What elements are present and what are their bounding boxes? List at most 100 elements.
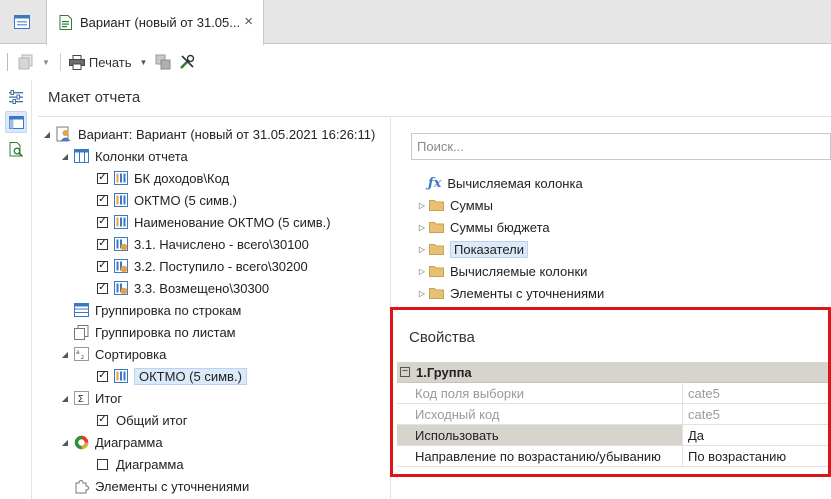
collapse-arrow-icon[interactable]: ◢ — [42, 130, 52, 139]
report-variant-icon — [56, 126, 71, 142]
tree-node-row-grouping[interactable]: Группировка по строкам — [74, 300, 241, 320]
tree-chart-item[interactable]: Диаграмма — [97, 454, 184, 474]
expand-arrow-icon[interactable]: ▷ — [417, 245, 427, 254]
property-value: cate5 — [688, 406, 720, 422]
property-value[interactable]: По возрастанию — [683, 446, 786, 466]
tree-sort-item-label: ОКТМО (5 симв.) — [134, 367, 247, 385]
checkbox-checked[interactable]: ✓ — [97, 238, 108, 250]
side-rail — [0, 80, 32, 499]
tree-node-chart-label: Диаграмма — [95, 434, 163, 450]
tree-column-item[interactable]: ✓ Наименование ОКТМО (5 симв.) — [97, 212, 331, 232]
collapse-arrow-icon[interactable]: ◢ — [60, 438, 70, 447]
collapse-arrow-icon[interactable]: ◢ — [60, 152, 70, 161]
tree-root-label: Вариант: Вариант (новый от 31.05.2021 16… — [78, 126, 376, 142]
collapse-arrow-icon[interactable]: ◢ — [60, 350, 70, 359]
tree-column-item[interactable]: ✓ ОКТМО (5 симв.) — [97, 190, 237, 210]
checkbox-checked[interactable]: ✓ — [97, 216, 108, 228]
tree-chart-item-label: Диаграмма — [116, 456, 184, 472]
close-tab-icon[interactable]: × — [244, 13, 253, 30]
folder-icon — [429, 244, 444, 255]
sheets-icon — [74, 324, 89, 340]
sum-column-icon — [114, 259, 128, 273]
column-icon — [114, 193, 128, 207]
collapse-arrow-icon[interactable]: ◢ — [60, 394, 70, 403]
tree-column-item[interactable]: ✓ БК доходов\Код — [97, 168, 229, 188]
tree-node-total[interactable]: ◢ Σ Итог — [60, 388, 122, 408]
copy-icon — [18, 54, 33, 70]
copy-button[interactable]: ▼ — [18, 54, 50, 70]
checkbox-unchecked[interactable] — [97, 458, 108, 470]
folder-icon — [429, 222, 444, 233]
tree-node-chart[interactable]: ◢ Диаграмма — [60, 432, 163, 452]
toolbar: ▼ Печать ▼ — [0, 45, 831, 79]
checkbox-checked[interactable]: ✓ — [97, 282, 108, 294]
field-folder[interactable]: ▷ Вычисляемые колонки — [417, 261, 587, 281]
tree-column-label: 3.1. Начислено - всего\30100 — [134, 236, 309, 252]
print-dropdown[interactable]: ▼ — [140, 58, 148, 67]
home-tab[interactable] — [0, 0, 44, 44]
tree-node-columns[interactable]: ◢ Колонки отчета — [60, 146, 188, 166]
field-folder[interactable]: ▷ Суммы — [417, 195, 493, 215]
rail-settings-button[interactable] — [5, 86, 27, 108]
grip-icon — [6, 53, 10, 71]
checkbox-checked[interactable]: ✓ — [97, 260, 108, 272]
checkbox-checked[interactable]: ✓ — [97, 370, 108, 382]
document-tab[interactable]: Вариант (новый от 31.05... × — [46, 0, 264, 45]
svg-text:Σ: Σ — [78, 394, 84, 405]
expand-arrow-icon[interactable]: ▷ — [417, 223, 427, 232]
property-name: Код поля выборки — [397, 383, 683, 403]
field-folder-label: Суммы — [450, 197, 493, 213]
settings-button[interactable] — [179, 54, 195, 70]
expand-arrow-icon[interactable]: ▷ — [417, 201, 427, 210]
property-row[interactable]: Исходный код cate5 — [397, 404, 828, 425]
tree-node-refinements[interactable]: Элементы с уточнениями — [74, 476, 249, 496]
property-value[interactable]: Да — [683, 425, 704, 445]
field-folder[interactable]: ▷ Элементы с уточнениями — [417, 283, 604, 303]
tree-column-item[interactable]: ✓ 3.3. Возмещено\30300 — [97, 278, 269, 298]
tree-node-total-label: Итог — [95, 390, 123, 406]
properties-group-row[interactable]: − 1.Группа — [397, 362, 828, 383]
expand-arrow-icon[interactable]: ▷ — [417, 289, 427, 298]
sigma-icon: Σ — [74, 391, 89, 405]
tree-root[interactable]: ◢ Вариант: Вариант (новый от 31.05.2021 … — [42, 124, 375, 144]
donut-chart-icon — [74, 435, 89, 449]
property-row[interactable]: Код поля выборки cate5 — [397, 383, 828, 404]
document-tab-title: Вариант (новый от 31.05... — [80, 15, 241, 30]
tree-total-item[interactable]: ✓ Общий итог — [97, 410, 187, 430]
checkbox-checked[interactable]: ✓ — [97, 414, 108, 426]
field-folder-label: Суммы бюджета — [450, 219, 550, 235]
field-folder-label: Показатели — [450, 240, 528, 258]
rail-preview-button[interactable] — [5, 138, 27, 160]
property-value: cate5 — [688, 385, 720, 401]
tree-column-item[interactable]: ✓ 3.1. Начислено - всего\30100 — [97, 234, 309, 254]
field-folder[interactable]: ▷ Суммы бюджета — [417, 217, 550, 237]
property-row[interactable]: Использовать Да — [397, 425, 828, 446]
tree-node-row-grouping-label: Группировка по строкам — [95, 302, 242, 318]
property-name: Использовать — [397, 425, 683, 445]
field-folder-label: Элементы с уточнениями — [450, 285, 605, 301]
row-grouping-icon — [74, 303, 89, 317]
search-input[interactable] — [411, 133, 831, 160]
tree-node-sorting-label: Сортировка — [95, 346, 167, 362]
field-folder[interactable]: ▷ Показатели — [417, 239, 528, 259]
property-row[interactable]: Направление по возрастанию/убыванию По в… — [397, 446, 828, 467]
export-icon — [155, 54, 171, 70]
properties-title: Свойства — [409, 329, 475, 346]
collapse-group-icon[interactable]: − — [400, 367, 410, 377]
tree-sort-item[interactable]: ✓ ОКТМО (5 симв.) — [97, 366, 247, 386]
tree-node-sheet-grouping[interactable]: Группировка по листам — [74, 322, 236, 342]
sum-column-icon — [114, 281, 128, 295]
expand-arrow-icon[interactable]: ▷ — [417, 267, 427, 276]
export-button[interactable] — [155, 54, 171, 70]
dropdown-arrow-icon[interactable]: ▼ — [42, 58, 50, 67]
rail-layout-button[interactable] — [5, 111, 27, 133]
checkbox-checked[interactable]: ✓ — [97, 172, 108, 184]
tree-total-item-label: Общий итог — [116, 412, 188, 428]
folder-icon — [429, 288, 444, 299]
checkbox-checked[interactable]: ✓ — [97, 194, 108, 206]
tree-column-label: 3.2. Поступило - всего\30200 — [134, 258, 308, 274]
tree-column-item[interactable]: ✓ 3.2. Поступило - всего\30200 — [97, 256, 308, 276]
tree-node-sorting[interactable]: ◢ a z Сортировка — [60, 344, 166, 364]
field-calc-column[interactable]: ƒx Вычисляемая колонка — [428, 173, 583, 193]
print-button[interactable]: Печать — [68, 54, 132, 70]
